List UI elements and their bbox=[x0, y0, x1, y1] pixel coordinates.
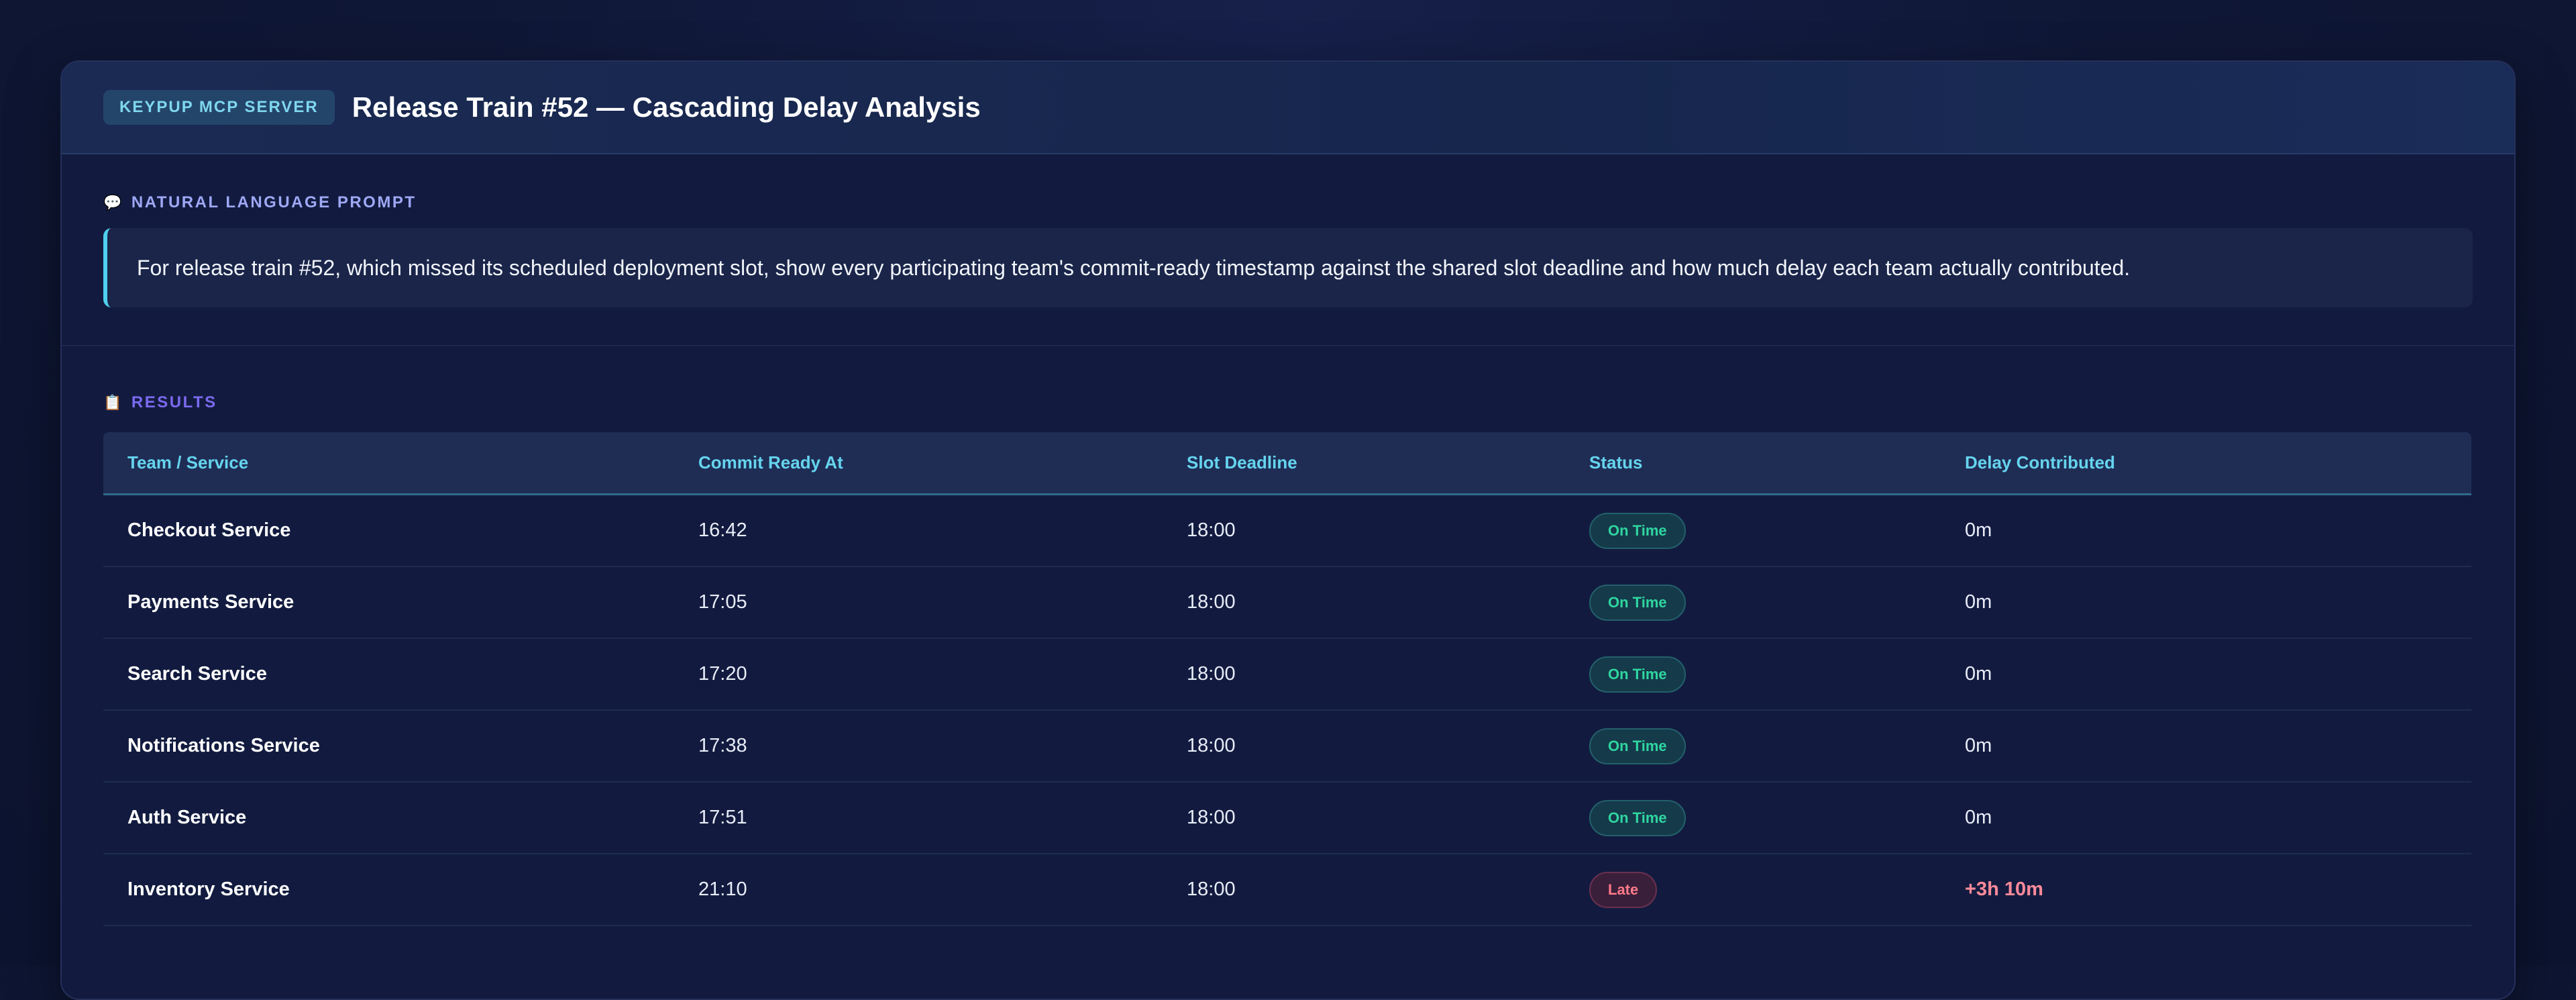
commit-ready-time: 21:10 bbox=[698, 879, 747, 900]
status-badge: On Time bbox=[1589, 656, 1686, 693]
table-row: Search Service 17:20 18:00 On Time 0m bbox=[103, 639, 2471, 711]
prompt-label-text: NATURAL LANGUAGE PROMPT bbox=[131, 193, 417, 211]
prompt-text: For release train #52, which missed its … bbox=[103, 228, 2473, 307]
status-badge: On Time bbox=[1589, 512, 1686, 549]
page-title: Release Train #52 — Cascading Delay Anal… bbox=[352, 91, 981, 123]
status-badge: On Time bbox=[1589, 584, 1686, 621]
table-row: Inventory Service 21:10 18:00 Late +3h 1… bbox=[103, 854, 2471, 926]
results-label-text: RESULTS bbox=[131, 393, 217, 411]
team-name: Payments Service bbox=[127, 591, 294, 613]
prompt-section: 💬 NATURAL LANGUAGE PROMPT For release tr… bbox=[62, 154, 2514, 346]
prompt-label: 💬 NATURAL LANGUAGE PROMPT bbox=[103, 193, 2473, 212]
status-badge: On Time bbox=[1589, 728, 1686, 764]
column-header-slot-deadline[interactable]: Slot Deadline bbox=[1187, 452, 1589, 473]
team-name: Checkout Service bbox=[127, 519, 291, 541]
delay-contributed: 0m bbox=[1965, 663, 1992, 685]
results-label: 📋 RESULTS bbox=[103, 393, 2473, 412]
server-badge: KEYPUP MCP SERVER bbox=[103, 90, 335, 125]
team-name: Search Service bbox=[127, 663, 267, 685]
delay-contributed: 0m bbox=[1965, 807, 1992, 828]
speech-bubble-icon: 💬 bbox=[103, 194, 123, 211]
table-row: Notifications Service 17:38 18:00 On Tim… bbox=[103, 711, 2471, 783]
slot-deadline: 18:00 bbox=[1187, 807, 1236, 828]
commit-ready-time: 16:42 bbox=[698, 519, 747, 541]
commit-ready-time: 17:51 bbox=[698, 807, 747, 828]
commit-ready-time: 17:38 bbox=[698, 735, 747, 756]
table-row: Payments Service 17:05 18:00 On Time 0m bbox=[103, 567, 2471, 639]
column-header-delay[interactable]: Delay Contributed bbox=[1965, 452, 2471, 473]
team-name: Inventory Service bbox=[127, 879, 290, 900]
slot-deadline: 18:00 bbox=[1187, 591, 1236, 613]
column-header-status[interactable]: Status bbox=[1589, 452, 1965, 473]
slot-deadline: 18:00 bbox=[1187, 879, 1236, 900]
team-name: Notifications Service bbox=[127, 735, 320, 756]
table-row: Auth Service 17:51 18:00 On Time 0m bbox=[103, 783, 2471, 854]
results-section: 📋 RESULTS Team / Service Commit Ready At… bbox=[62, 346, 2514, 926]
commit-ready-time: 17:05 bbox=[698, 591, 747, 613]
commit-ready-time: 17:20 bbox=[698, 663, 747, 685]
results-table: Team / Service Commit Ready At Slot Dead… bbox=[103, 432, 2471, 926]
slot-deadline: 18:00 bbox=[1187, 519, 1236, 541]
column-header-team[interactable]: Team / Service bbox=[103, 452, 698, 473]
slot-deadline: 18:00 bbox=[1187, 663, 1236, 685]
clipboard-icon: 📋 bbox=[103, 394, 123, 411]
delay-contributed: 0m bbox=[1965, 519, 1992, 541]
delay-contributed: 0m bbox=[1965, 735, 1992, 756]
status-badge: On Time bbox=[1589, 799, 1686, 836]
table-row: Checkout Service 16:42 18:00 On Time 0m bbox=[103, 495, 2471, 567]
team-name: Auth Service bbox=[127, 807, 247, 828]
analysis-card: KEYPUP MCP SERVER Release Train #52 — Ca… bbox=[60, 60, 2516, 1000]
card-header: KEYPUP MCP SERVER Release Train #52 — Ca… bbox=[62, 62, 2514, 154]
delay-contributed: 0m bbox=[1965, 591, 1992, 613]
column-header-commit-ready[interactable]: Commit Ready At bbox=[698, 452, 1187, 473]
delay-contributed: +3h 10m bbox=[1965, 879, 2043, 900]
status-badge: Late bbox=[1589, 871, 1658, 908]
table-header: Team / Service Commit Ready At Slot Dead… bbox=[103, 432, 2471, 495]
slot-deadline: 18:00 bbox=[1187, 735, 1236, 756]
